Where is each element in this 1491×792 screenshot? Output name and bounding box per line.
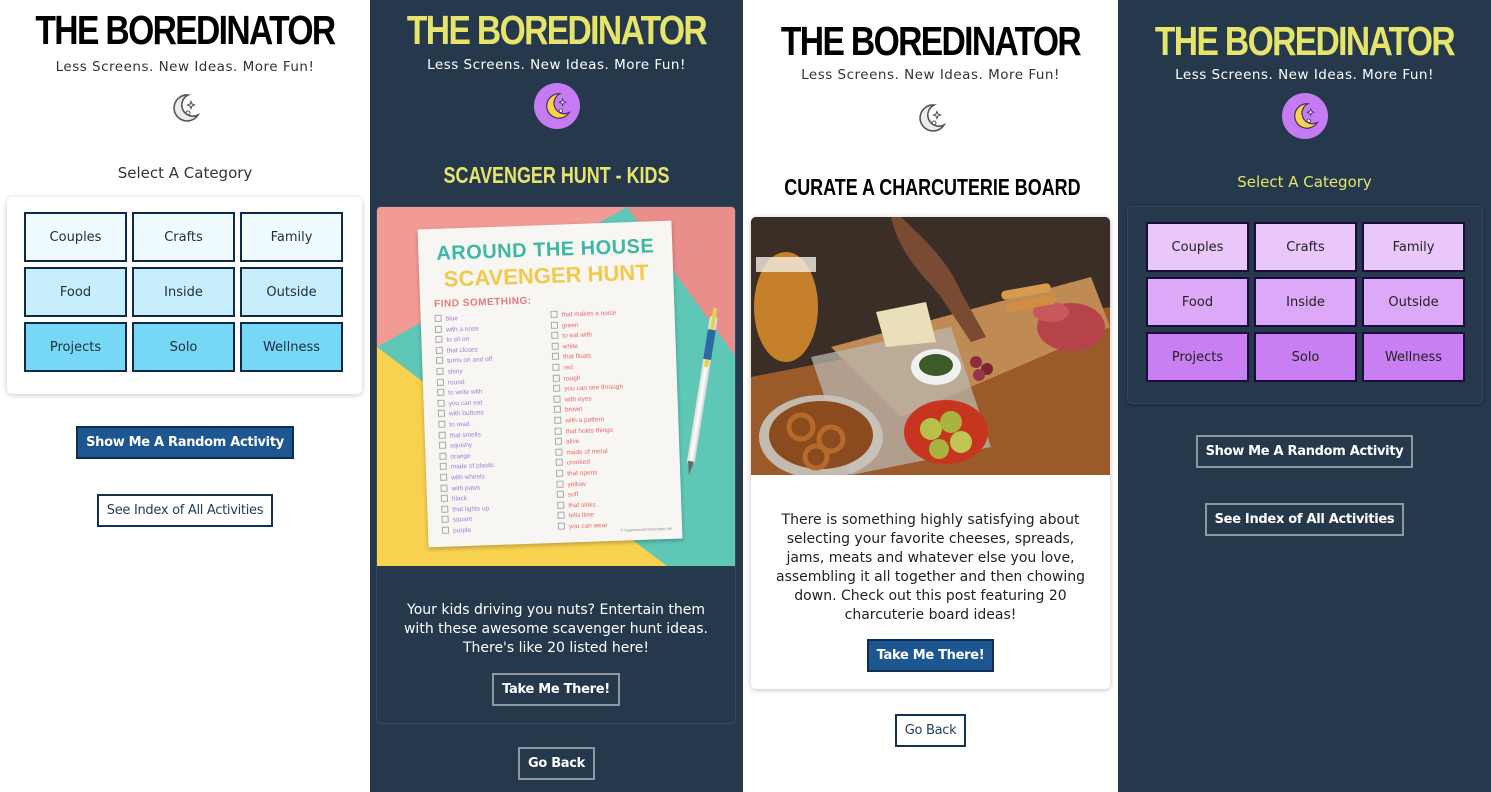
category-couples[interactable]: Couples	[1146, 222, 1249, 272]
moon-stars-icon[interactable]	[168, 91, 202, 129]
category-food[interactable]: Food	[24, 267, 127, 317]
random-activity-button[interactable]: Show Me A Random Activity	[76, 426, 294, 459]
activity-image: AROUND THE HOUSE SCAVENGER HUNT FIND SOM…	[377, 207, 735, 566]
category-panel: Couples Crafts Family Food Inside Outsid…	[7, 197, 362, 394]
category-solo[interactable]: Solo	[132, 322, 235, 372]
category-crafts[interactable]: Crafts	[1254, 222, 1357, 272]
category-grid: Couples Crafts Family Food Inside Outsid…	[1146, 222, 1465, 382]
category-inside[interactable]: Inside	[132, 267, 235, 317]
activity-image	[751, 217, 1110, 475]
category-outside[interactable]: Outside	[1362, 277, 1465, 327]
category-family[interactable]: Family	[1362, 222, 1465, 272]
category-food[interactable]: Food	[1146, 277, 1249, 327]
category-wellness[interactable]: Wellness	[240, 322, 343, 372]
activity-description: There is something highly satisfying abo…	[776, 512, 1085, 623]
activity-card: There is something highly satisfying abo…	[751, 217, 1110, 689]
activity-title: CURATE A CHARCUTERIE BOARD	[784, 174, 1081, 200]
category-grid: Couples Crafts Family Food Inside Outsid…	[24, 212, 343, 372]
app-tagline: Less Screens. New Ideas. More Fun!	[801, 67, 1060, 83]
home-screen-light: THE BOREDINATOR Less Screens. New Ideas.…	[0, 0, 370, 792]
go-back-button[interactable]: Go Back	[894, 714, 967, 747]
app-title: THE BOREDINATOR	[780, 18, 1082, 64]
home-screen-dark: THE BOREDINATOR Less Screens. New Ideas.…	[1118, 0, 1491, 792]
go-back-button[interactable]: Go Back	[517, 747, 596, 780]
category-family[interactable]: Family	[240, 212, 343, 262]
app-title: THE BOREDINATOR	[1154, 18, 1456, 64]
moon-stars-icon[interactable]	[533, 83, 580, 129]
category-inside[interactable]: Inside	[1254, 277, 1357, 327]
category-solo[interactable]: Solo	[1254, 332, 1357, 382]
activity-card: AROUND THE HOUSE SCAVENGER HUNT FIND SOM…	[376, 206, 736, 724]
category-couples[interactable]: Couples	[24, 212, 127, 262]
category-panel: Couples Crafts Family Food Inside Outsid…	[1127, 206, 1483, 404]
take-me-there-button[interactable]: Take Me There!	[866, 639, 995, 672]
activity-title: SCAVENGER HUNT - KIDS	[443, 162, 670, 188]
activity-description: Your kids driving you nuts? Entertain th…	[403, 602, 708, 656]
app-tagline: Less Screens. New Ideas. More Fun!	[1175, 67, 1434, 83]
category-wellness[interactable]: Wellness	[1362, 332, 1465, 382]
category-projects[interactable]: Projects	[24, 322, 127, 372]
moon-stars-icon[interactable]	[914, 101, 948, 139]
category-label: Select A Category	[1237, 173, 1372, 191]
app-tagline: Less Screens. New Ideas. More Fun!	[427, 57, 686, 73]
category-crafts[interactable]: Crafts	[132, 212, 235, 262]
app-title: THE BOREDINATOR	[406, 7, 708, 53]
moon-stars-icon[interactable]	[1281, 93, 1328, 139]
index-button[interactable]: See Index of All Activities	[1204, 503, 1405, 536]
category-outside[interactable]: Outside	[240, 267, 343, 317]
activity-screen-light: THE BOREDINATOR Less Screens. New Ideas.…	[743, 0, 1118, 792]
app-title: THE BOREDINATOR	[35, 7, 336, 53]
take-me-there-button[interactable]: Take Me There!	[492, 673, 620, 706]
category-projects[interactable]: Projects	[1146, 332, 1249, 382]
category-label: Select A Category	[117, 164, 253, 182]
index-button[interactable]: See Index of All Activities	[96, 494, 274, 527]
app-tagline: Less Screens. New Ideas. More Fun!	[55, 59, 315, 75]
activity-screen-dark: THE BOREDINATOR Less Screens. New Ideas.…	[370, 0, 743, 792]
random-activity-button[interactable]: Show Me A Random Activity	[1195, 435, 1414, 468]
scavenger-sheet: AROUND THE HOUSE SCAVENGER HUNT FIND SOM…	[417, 220, 683, 548]
